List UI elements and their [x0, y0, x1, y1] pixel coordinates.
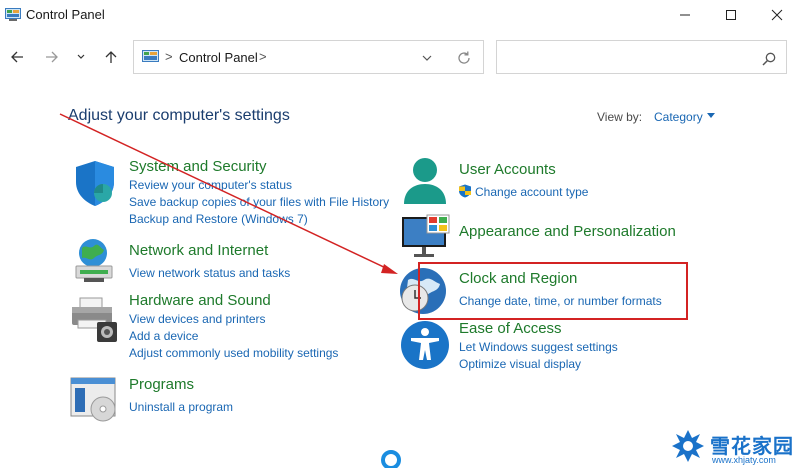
- user-icon[interactable]: [400, 156, 450, 206]
- link-review-status[interactable]: Review your computer's status: [129, 178, 292, 192]
- breadcrumb-separator: >: [165, 49, 173, 64]
- close-icon: [771, 9, 783, 21]
- watermark-logo-icon: [672, 430, 704, 462]
- minimize-button[interactable]: [662, 0, 708, 30]
- maximize-icon: [726, 10, 736, 20]
- up-button[interactable]: [99, 43, 123, 71]
- category-ease-of-access[interactable]: Ease of Access: [459, 320, 562, 337]
- category-user-accounts[interactable]: User Accounts: [459, 161, 556, 178]
- recent-locations-button[interactable]: [71, 43, 91, 71]
- programs-icon[interactable]: [70, 376, 120, 426]
- link-mobility-settings[interactable]: Adjust commonly used mobility settings: [129, 346, 338, 360]
- back-button[interactable]: [5, 43, 29, 71]
- caret-down-icon[interactable]: [707, 113, 715, 119]
- arrow-right-icon: [46, 51, 58, 63]
- control-panel-icon: [142, 50, 159, 62]
- window-title: Control Panel: [26, 7, 105, 22]
- search-icon: [762, 52, 776, 66]
- accessibility-icon[interactable]: [400, 320, 450, 370]
- link-file-history[interactable]: Save backup copies of your files with Fi…: [129, 195, 389, 209]
- shield-icon[interactable]: [70, 158, 120, 208]
- link-optimize-visual[interactable]: Optimize visual display: [459, 357, 581, 371]
- close-button[interactable]: [754, 0, 795, 30]
- link-backup-restore[interactable]: Backup and Restore (Windows 7): [129, 212, 308, 226]
- watermark-url: www.xhjaty.com: [712, 455, 776, 465]
- chevron-down-icon[interactable]: [419, 50, 435, 66]
- network-globe-icon[interactable]: [70, 236, 120, 286]
- link-change-account-type[interactable]: Change account type: [475, 185, 588, 199]
- link-add-device[interactable]: Add a device: [129, 329, 198, 343]
- category-hardware-and-sound[interactable]: Hardware and Sound: [129, 292, 271, 309]
- link-network-status[interactable]: View network status and tasks: [129, 266, 290, 280]
- link-devices-printers[interactable]: View devices and printers: [129, 312, 266, 326]
- view-by-label: View by:: [597, 110, 643, 124]
- arrow-left-icon: [11, 51, 23, 63]
- category-programs[interactable]: Programs: [129, 376, 194, 393]
- category-appearance-and-personalization[interactable]: Appearance and Personalization: [459, 223, 676, 240]
- arrow-up-icon: [105, 51, 117, 63]
- control-panel-icon: [5, 8, 21, 21]
- category-system-and-security[interactable]: System and Security: [129, 158, 267, 175]
- breadcrumb-separator[interactable]: >: [259, 49, 267, 64]
- chevron-down-icon: [77, 54, 85, 59]
- search-input[interactable]: [496, 40, 787, 74]
- address-bar[interactable]: > Control Panel >: [133, 40, 484, 74]
- link-windows-suggest[interactable]: Let Windows suggest settings: [459, 340, 618, 354]
- category-network-and-internet[interactable]: Network and Internet: [129, 242, 268, 259]
- appearance-monitor-icon[interactable]: [400, 214, 450, 264]
- annotation-highlight-box: [418, 262, 688, 320]
- title-bar: Control Panel: [0, 0, 795, 30]
- uac-shield-icon: [459, 184, 471, 198]
- maximize-button[interactable]: [708, 0, 754, 30]
- page-title: Adjust your computer's settings: [68, 107, 290, 124]
- printer-icon[interactable]: [70, 294, 120, 344]
- minimize-icon: [680, 14, 690, 16]
- view-by-dropdown[interactable]: Category: [654, 110, 703, 124]
- breadcrumb-control-panel[interactable]: Control Panel: [179, 50, 258, 65]
- forward-button[interactable]: [40, 43, 64, 71]
- link-uninstall-program[interactable]: Uninstall a program: [129, 400, 233, 414]
- loading-spinner: [381, 450, 401, 468]
- refresh-icon[interactable]: [455, 49, 473, 67]
